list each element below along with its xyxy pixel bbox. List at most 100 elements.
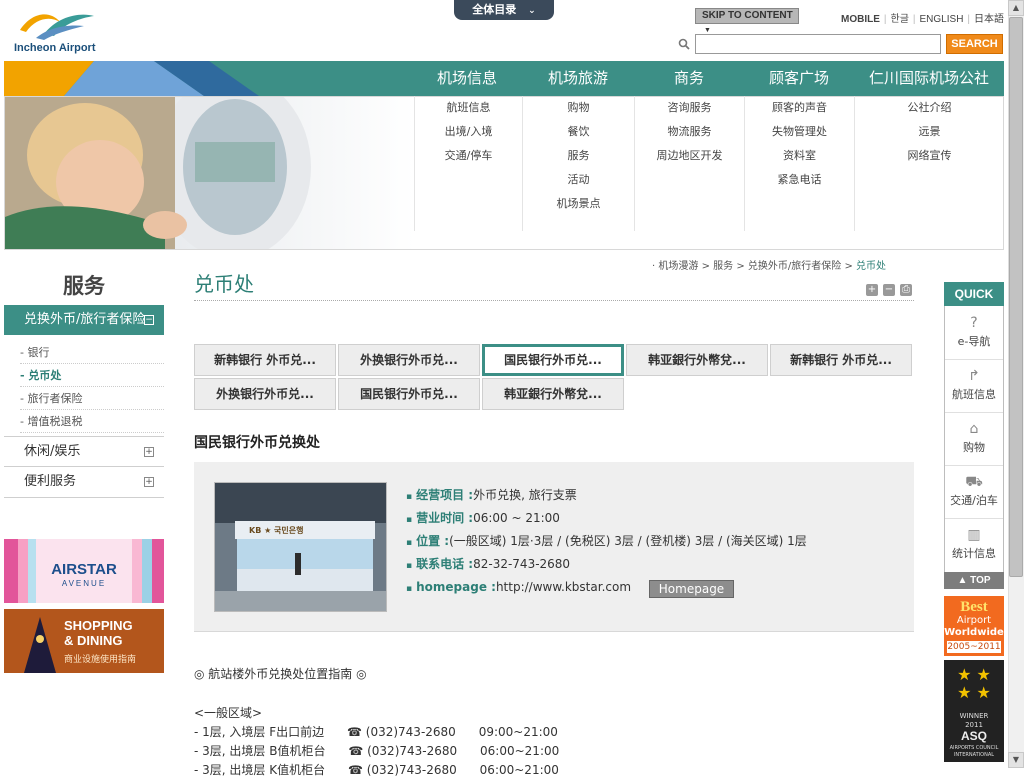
sidebar-item-currency-exchange[interactable]: 兑换外币/旅行者保险 − [4, 305, 164, 335]
lang-mobile-link[interactable]: MOBILE [841, 14, 880, 25]
homepage-url[interactable]: http://www.kbstar.com [496, 580, 631, 594]
all-menu-button[interactable]: 全体目录 ⌄ [454, 0, 554, 20]
lang-english-link[interactable]: ENGLISH [920, 14, 964, 25]
skip-to-content-select[interactable]: SKIP TO CONTENT ▼ [695, 8, 799, 34]
all-menu-label: 全体目录 [472, 3, 517, 16]
submenu-link[interactable]: 餐饮 [523, 120, 634, 144]
nav-airport-info[interactable]: 机场信息 [412, 61, 522, 96]
sidebar-item-convenience[interactable]: 便利服务 + [4, 467, 164, 498]
nav-business[interactable]: 商务 [634, 61, 744, 96]
tab-shinhan-1[interactable]: 新韩银行 外币兑... [194, 344, 336, 376]
quick-flight-info[interactable]: ↱ 航班信息 [945, 360, 1003, 413]
quick-item-label: 购物 [963, 441, 985, 454]
nav-stripe-decoration [4, 61, 259, 96]
submenu-link[interactable]: 服务 [523, 144, 634, 168]
homepage-button[interactable]: Homepage [649, 580, 734, 598]
award-stars-icon: ★ ★ ★ ★ [957, 665, 991, 702]
info-location-row: ▪ 位置 :(一般区域) 1层·3层 / (免税区) 3层 / (登机楼) 3层 … [406, 531, 807, 551]
breadcrumb-link[interactable]: 兑换外币/旅行者保险 [748, 261, 841, 272]
tab-kexim-1[interactable]: 外换银行外币兑... [338, 344, 480, 376]
submenu-link[interactable]: 购物 [523, 96, 634, 120]
submenu-airport-tour: 购物 餐饮 服务 活动 机场景点 [522, 96, 634, 231]
info-label: 营业时间 : [416, 511, 474, 525]
quick-statistics[interactable]: ▥ 统计信息 [945, 519, 1003, 572]
nav-airport-tour[interactable]: 机场旅游 [522, 61, 634, 96]
info-value: (一般区域) 1层·3层 / (免税区) 3层 / (登机楼) 3层 / (海关… [449, 534, 807, 548]
search-input[interactable] [695, 34, 941, 54]
zoom-out-icon[interactable]: − [883, 284, 895, 296]
submenu-link[interactable]: 公社介绍 [855, 96, 1004, 120]
nav-corporation[interactable]: 仁川国际机场公社 [854, 61, 1004, 96]
submenu-link[interactable]: 物流服务 [635, 120, 744, 144]
submenu-link[interactable]: 机场景点 [523, 192, 634, 216]
car-icon: ⛟ [965, 474, 983, 490]
breadcrumb-link[interactable]: 服务 [713, 261, 733, 272]
sidebar-item-label: 便利服务 [24, 474, 77, 489]
scroll-up-arrow-icon[interactable]: ▲ [1008, 0, 1024, 16]
back-to-top-button[interactable]: ▲ TOP [944, 572, 1004, 589]
quick-e-navigation[interactable]: ? e-导航 [945, 307, 1003, 360]
sidebar-sub-travel-insurance[interactable]: - 旅行者保险 [20, 388, 164, 410]
info-label: homepage : [416, 580, 496, 594]
zoom-in-icon[interactable]: + [866, 284, 878, 296]
submenu-link[interactable]: 失物管理处 [745, 120, 854, 144]
expand-icon[interactable]: + [144, 477, 154, 487]
sidebar-item-leisure[interactable]: 休闲/娱乐 + [4, 436, 164, 467]
sidebar-sub-exchange-office[interactable]: - 兑币处 [20, 365, 164, 387]
asq-winner-award-badge[interactable]: ★ ★ ★ ★ WINNER 2011 ASQ AIRPORTS COUNCIL … [944, 660, 1004, 762]
sidebar-sub-bank[interactable]: - 银行 [20, 342, 164, 364]
collapse-icon[interactable]: − [144, 315, 154, 325]
lang-korean-link[interactable]: 한글 [891, 14, 909, 25]
tab-hana-2[interactable]: 韩亚銀行外幣兌... [482, 378, 624, 410]
submenu-link[interactable]: 航班信息 [415, 96, 522, 120]
bar-chart-icon: ▥ [967, 527, 981, 543]
tab-kexim-2[interactable]: 外换银行外币兑... [194, 378, 336, 410]
award-worldwide: Worldwide [944, 627, 1004, 638]
print-icon[interactable]: ⎙ [900, 284, 912, 296]
nav-customer-plaza[interactable]: 顾客广场 [744, 61, 854, 96]
submenu-link[interactable]: 咨询服务 [635, 96, 744, 120]
sub-bullet: - [20, 346, 24, 359]
lang-japanese-link[interactable]: 日本語 [974, 14, 1004, 25]
shopping-banner-subtitle: 商业设施使用指南 [64, 655, 137, 665]
dropdown-arrow-icon: ▼ [704, 27, 711, 34]
sub-bullet: - [20, 415, 24, 428]
chevron-down-icon: ⌄ [528, 6, 536, 16]
gift-icon: ⌂ [969, 421, 979, 437]
best-airport-award-badge[interactable]: Best Airport Worldwide 2005~2011 [944, 596, 1004, 656]
breadcrumb-link[interactable]: 机场漫游 [658, 261, 698, 272]
tab-hana-1[interactable]: 韩亚銀行外幣兌... [626, 344, 768, 376]
scrollbar-thumb[interactable] [1009, 17, 1023, 577]
breadcrumb-bullet: · [652, 261, 656, 272]
scroll-down-arrow-icon[interactable]: ▼ [1008, 752, 1024, 768]
submenu-link[interactable]: 活动 [523, 168, 634, 192]
expand-icon[interactable]: + [144, 447, 154, 457]
sidebar-sub-label: 银行 [27, 346, 50, 359]
sidebar-sub-tax-refund[interactable]: - 增值税退税 [20, 411, 164, 433]
submenu-link[interactable]: 周边地区开发 [635, 144, 744, 168]
quick-item-label: 航班信息 [952, 388, 996, 401]
incheon-airport-logo[interactable]: Incheon Airport [14, 8, 104, 56]
quick-transport[interactable]: ⛟ 交通/泊车 [945, 466, 1003, 519]
shopping-dining-banner[interactable]: SHOPPING & DINING 商业设施使用指南 [4, 609, 164, 673]
quick-shopping[interactable]: ⌂ 购物 [945, 413, 1003, 466]
location-line: - 3层, 出境层 K值机柜台 ☎ (032)743-2680 06:00~21… [194, 763, 559, 777]
submenu-link[interactable]: 紧急电话 [745, 168, 854, 192]
logo-swoosh-icon [20, 14, 94, 40]
submenu-link[interactable]: 出境/入境 [415, 120, 522, 144]
tab-kookmin-1[interactable]: 国民银行外币兑... [482, 344, 624, 376]
airstar-avenue-banner[interactable]: AIRSTAR AVENUE [4, 539, 164, 603]
breadcrumb-current: 兑币处 [856, 261, 887, 272]
submenu-link[interactable]: 资料室 [745, 144, 854, 168]
submenu-business: 咨询服务 物流服务 周边地区开发 [634, 96, 744, 231]
tab-kookmin-2[interactable]: 国民银行外币兑... [338, 378, 480, 410]
submenu-link[interactable]: 交通/停车 [415, 144, 522, 168]
submenu-link[interactable]: 顾客的声音 [745, 96, 854, 120]
submenu-link[interactable]: 远景 [855, 120, 1004, 144]
submenu-link[interactable]: 网络宣传 [855, 144, 1004, 168]
search-button[interactable]: SEARCH [946, 34, 1003, 54]
skip-to-content-label: SKIP TO CONTENT [702, 10, 793, 21]
location-line: - 3层, 出境层 B值机柜台 ☎ (032)743-2680 06:00~21… [194, 744, 560, 758]
tab-shinhan-2[interactable]: 新韩银行 外币兑... [770, 344, 912, 376]
info-value: 82-32-743-2680 [473, 557, 571, 571]
